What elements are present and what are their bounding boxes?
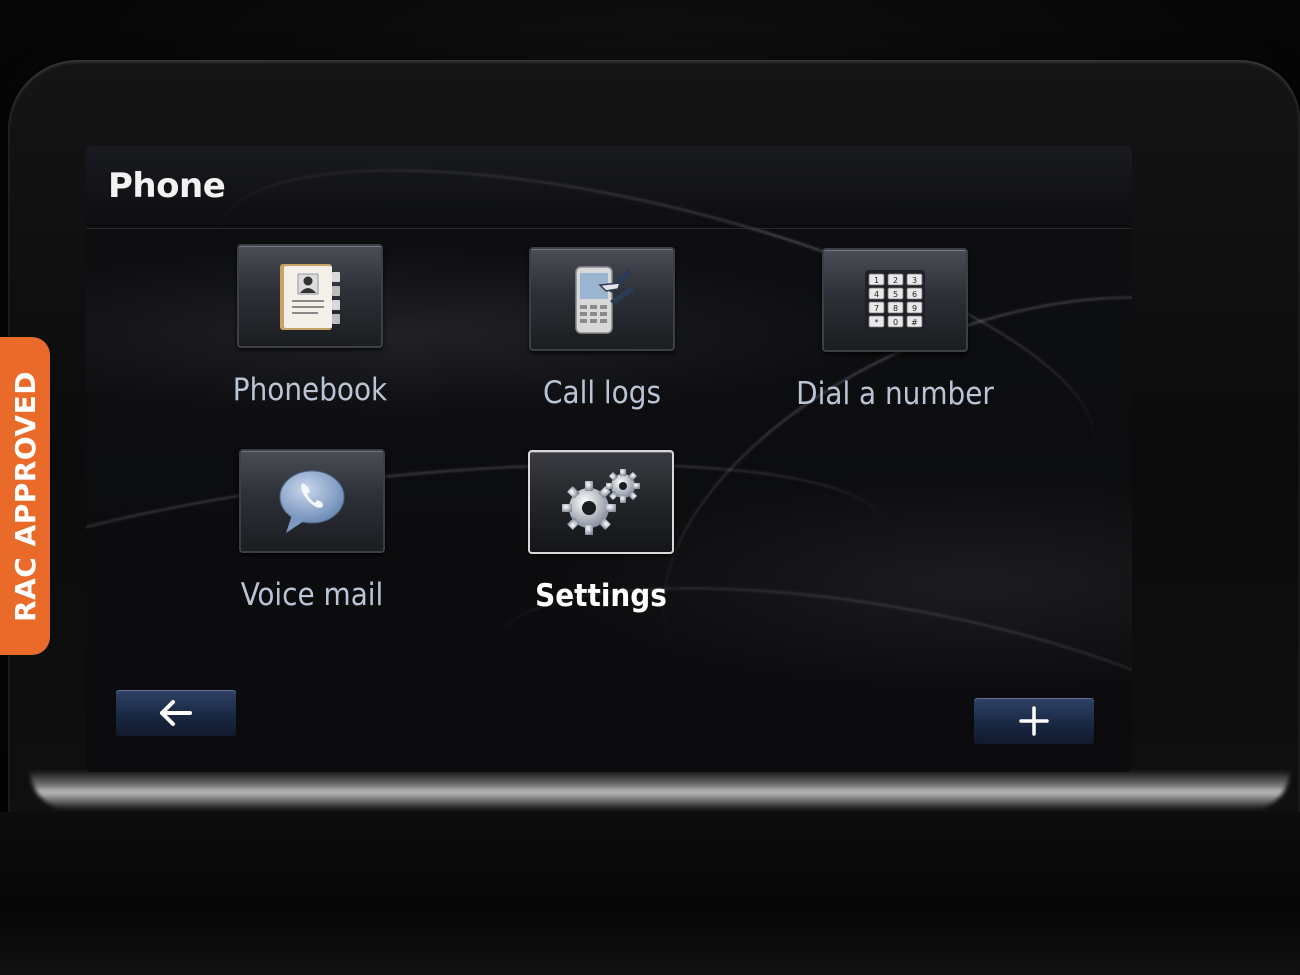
call-logs-tile[interactable]: Call logs [529, 247, 675, 411]
settings-label: Settings [535, 578, 667, 614]
voicemail-label: Voice mail [240, 577, 384, 613]
title-bar: Phone [86, 146, 1132, 229]
settings-button[interactable] [528, 450, 674, 554]
call-logs-label: Call logs [543, 375, 661, 411]
keypad-icon: 1 2 3 4 5 6 7 8 9 * 0 # [865, 270, 925, 330]
phonebook-label: Phonebook [232, 372, 388, 408]
svg-text:5: 5 [893, 290, 898, 299]
dial-number-label: Dial a number [796, 376, 994, 412]
settings-tile[interactable]: Settings [528, 450, 674, 614]
svg-text:0: 0 [893, 318, 898, 327]
dial-number-tile[interactable]: 1 2 3 4 5 6 7 8 9 * 0 # Dial a number [796, 248, 994, 412]
svg-text:3: 3 [912, 276, 917, 285]
svg-text:4: 4 [874, 290, 879, 299]
plus-icon [1019, 706, 1049, 736]
svg-text:8: 8 [893, 304, 898, 313]
rac-approved-text: RAC APPROVED [8, 370, 42, 622]
phonebook-tile[interactable]: Phonebook [233, 244, 387, 408]
settings-gears-icon [562, 469, 640, 535]
more-options-button[interactable] [974, 698, 1094, 744]
voicemail-icon [279, 470, 345, 533]
svg-text:7: 7 [874, 304, 879, 313]
bezel-reflection [30, 770, 1290, 810]
page-title: Phone [108, 166, 226, 206]
call-logs-icon [575, 266, 634, 334]
dial-number-button[interactable]: 1 2 3 4 5 6 7 8 9 * 0 # [822, 248, 968, 352]
photo-stage: Phone Phonebook Call logs 1 2 3 4 5 6 7 … [0, 0, 1300, 975]
svg-text:*: * [875, 318, 879, 327]
arrow-left-icon [160, 700, 192, 726]
back-button[interactable] [116, 690, 236, 736]
phone-screen: Phone Phonebook Call logs 1 2 3 4 5 6 7 … [86, 146, 1132, 772]
svg-text:2: 2 [893, 276, 898, 285]
phonebook-button[interactable] [237, 244, 383, 348]
svg-text:9: 9 [912, 304, 917, 313]
voicemail-tile[interactable]: Voice mail [239, 449, 385, 613]
svg-text:1: 1 [874, 276, 879, 285]
svg-text:6: 6 [912, 290, 917, 299]
call-logs-button[interactable] [529, 247, 675, 351]
svg-text:#: # [911, 318, 918, 327]
phonebook-icon [280, 264, 340, 330]
voicemail-button[interactable] [239, 449, 385, 553]
dashboard-trim [0, 812, 1300, 975]
rac-approved-badge: RAC APPROVED [0, 337, 50, 655]
